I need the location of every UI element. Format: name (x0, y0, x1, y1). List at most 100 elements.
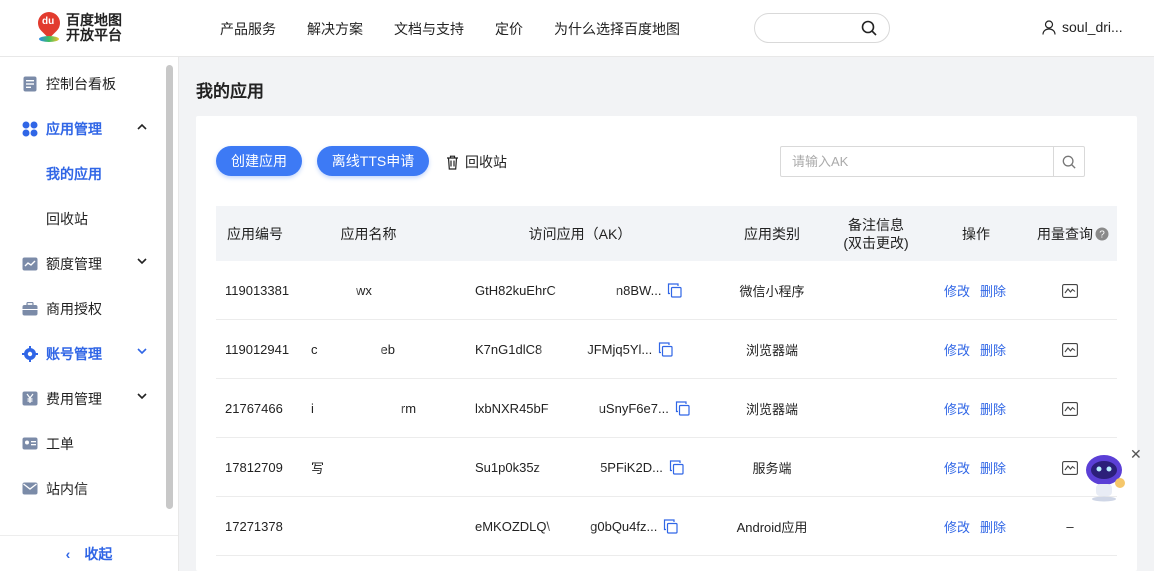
col-app-id: 应用编号 (227, 225, 283, 242)
edit-link[interactable]: 修改 (944, 458, 970, 477)
usage-cell[interactable] (1052, 320, 1088, 379)
sidebar-item-my-apps[interactable]: 我的应用 (46, 151, 102, 196)
sidebar-item-app-management[interactable]: 应用管理 (0, 106, 165, 151)
col-note-line1: 备注信息 (848, 216, 904, 233)
redaction-mask (540, 458, 601, 477)
app-ak[interactable]: Su1p0k35z 5PFiK2D... (475, 438, 684, 497)
close-assistant-icon[interactable]: ✕ (1130, 446, 1142, 463)
chevron-left-icon: ‹ (65, 545, 71, 562)
usage-chart-icon[interactable] (1062, 460, 1078, 475)
delete-link[interactable]: 删除 (980, 458, 1006, 477)
logo-line2: 开放平台 (66, 27, 122, 43)
apps-table: 应用编号 应用名称 访问应用（AK） 应用类别 备注信息 (双击更改) 操作 用… (216, 206, 1117, 556)
nav-why-baidu[interactable]: 为什么选择百度地图 (554, 19, 680, 39)
delete-link[interactable]: 删除 (980, 517, 1006, 536)
redaction-mask (548, 399, 599, 418)
nav-docs[interactable]: 文档与支持 (394, 19, 464, 39)
usage-chart-icon[interactable] (1062, 401, 1078, 416)
usage-chart-icon[interactable] (1062, 342, 1078, 357)
user-icon (1042, 19, 1056, 35)
search-icon[interactable] (861, 20, 877, 36)
chevron-down-icon (137, 393, 147, 400)
redaction-mask (550, 517, 591, 536)
app-id: 119012941 (225, 342, 290, 357)
ak-head: lxbNXR45bF (475, 401, 549, 416)
app-type: Android应用 (736, 520, 808, 535)
collapse-label: 收起 (84, 545, 113, 562)
table-row: 119012941 c eb K7nG1dlC8 JFMjq5Yl... 浏览器端 修改 删除 (216, 320, 1117, 379)
copy-icon[interactable] (669, 460, 684, 475)
assistant-robot-icon[interactable] (1082, 450, 1130, 502)
ak-tail: 5PFiK2D... (600, 460, 663, 475)
chart-icon (22, 256, 38, 272)
col-ak: 访问应用（AK） (528, 225, 632, 242)
delete-link[interactable]: 删除 (980, 281, 1006, 300)
nav-solutions[interactable]: 解决方案 (307, 19, 363, 39)
ak-search-input[interactable] (781, 147, 1055, 176)
sidebar-item-label: 额度管理 (46, 255, 102, 272)
delete-link[interactable]: 删除 (980, 340, 1006, 359)
redaction-mask (330, 340, 381, 359)
edit-link[interactable]: 修改 (944, 340, 970, 359)
copy-icon[interactable] (675, 401, 690, 416)
top-nav: 产品服务 解决方案 文档与支持 定价 为什么选择百度地图 (220, 0, 711, 57)
sidebar-item-label: 应用管理 (46, 120, 102, 137)
usage-chart-icon[interactable] (1062, 283, 1078, 298)
edit-link[interactable]: 修改 (944, 399, 970, 418)
sidebar-item-label: 商用授权 (46, 300, 102, 317)
logo[interactable]: du 百度地图 开放平台 (33, 7, 122, 44)
user-name: soul_dri... (1062, 19, 1123, 35)
app-name: i rm (311, 379, 441, 438)
sidebar-item-commercial-license[interactable]: 商用授权 (0, 286, 165, 331)
collapse-sidebar-button[interactable]: ‹ 收起 (0, 535, 178, 571)
app-name-tail: eb (380, 342, 395, 357)
usage-cell[interactable]: – (1052, 497, 1088, 556)
sidebar-item-tickets[interactable]: 工单 (0, 421, 165, 466)
nav-pricing[interactable]: 定价 (495, 19, 523, 39)
recycle-bin-link[interactable]: 回收站 (446, 152, 507, 172)
app-ak[interactable]: lxbNXR45bF uSnyF6e7... (475, 379, 690, 438)
ak-search-button[interactable] (1053, 147, 1084, 176)
redaction-mask (326, 281, 356, 300)
delete-link[interactable]: 删除 (980, 399, 1006, 418)
logo-badge: du (42, 16, 55, 27)
user-menu[interactable]: soul_dri... (1042, 19, 1123, 35)
app-name: wx (311, 261, 441, 320)
sidebar-item-recycle-bin[interactable]: 回收站 (46, 196, 88, 241)
chevron-down-icon (137, 258, 147, 265)
sidebar-item-label: 工单 (46, 435, 74, 452)
row-actions: 修改 删除 (944, 438, 1006, 497)
copy-icon[interactable] (658, 342, 673, 357)
app-ak[interactable]: GtH82kuEhrC n8BW... (475, 261, 683, 320)
edit-link[interactable]: 修改 (944, 281, 970, 300)
app-name-head: i (311, 401, 314, 416)
ak-tail: n8BW... (615, 283, 662, 298)
create-app-button[interactable]: 创建应用 (216, 146, 302, 176)
app-ak[interactable]: K7nG1dlC8 JFMjq5Yl... (475, 320, 673, 379)
app-type: 微信小程序 (739, 284, 805, 299)
help-icon[interactable]: ? (1095, 227, 1109, 241)
sidebar-item-label: 费用管理 (46, 390, 102, 407)
edit-link[interactable]: 修改 (944, 517, 970, 536)
chevron-up-icon (137, 123, 147, 130)
sidebar-item-quota[interactable]: 额度管理 (0, 241, 165, 286)
app-ak[interactable]: eMKOZDLQ\ g0bQu4fz... (475, 497, 678, 556)
nav-products[interactable]: 产品服务 (220, 19, 276, 39)
app-name (311, 497, 441, 556)
sidebar-item-billing[interactable]: 费用管理 (0, 376, 165, 421)
copy-icon[interactable] (663, 519, 678, 534)
sidebar-item-dashboard[interactable]: 控制台看板 (0, 61, 165, 106)
usage-cell[interactable] (1052, 261, 1088, 320)
offline-tts-apply-button[interactable]: 离线TTS申请 (317, 146, 429, 176)
table-row: 21767466 i rm lxbNXR45bF uSnyF6e7... 浏览器端 修改 删除 (216, 379, 1117, 438)
mail-icon (22, 481, 38, 497)
header-search-input[interactable] (754, 13, 890, 43)
chevron-down-icon (137, 348, 147, 355)
usage-cell[interactable] (1052, 379, 1088, 438)
sidebar-item-account[interactable]: 账号管理 (0, 331, 165, 376)
row-actions: 修改 删除 (944, 379, 1006, 438)
sidebar-scrollbar[interactable] (166, 65, 173, 509)
app-name-head: 写 (311, 461, 325, 476)
copy-icon[interactable] (667, 283, 683, 298)
sidebar-item-inbox[interactable]: 站内信 (0, 466, 165, 511)
